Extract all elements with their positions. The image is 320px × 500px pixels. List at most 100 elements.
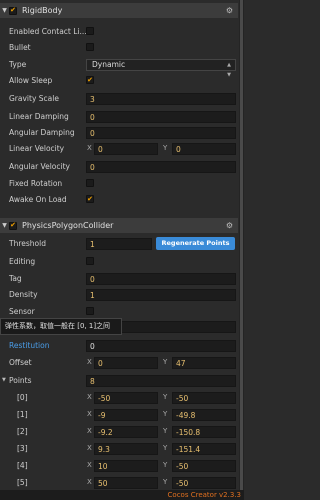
bullet-checkbox[interactable]: [86, 43, 94, 51]
x-axis-label: X: [87, 358, 92, 366]
row-bullet: Bullet: [0, 40, 238, 56]
point-x-input[interactable]: -50: [94, 392, 158, 404]
point-y-input[interactable]: -50: [172, 477, 236, 489]
rigidbody-enable-checkbox[interactable]: ✔: [9, 6, 17, 15]
tag-label: Tag: [9, 274, 22, 283]
point-row: [3] X 9.3 Y -151.4: [0, 441, 238, 457]
y-axis-label: Y: [163, 444, 168, 452]
row-linear-damping: Linear Damping 0: [0, 109, 238, 125]
angular-damping-input[interactable]: 0: [86, 127, 236, 139]
awake-on-load-label: Awake On Load: [9, 195, 67, 204]
x-axis-label: X: [87, 461, 92, 469]
row-type: Type Dynamic ▲ ▼: [0, 57, 238, 78]
collider-header[interactable]: ▼ ✔ PhysicsPolygonCollider ⚙: [0, 218, 238, 233]
sensor-checkbox[interactable]: [86, 307, 94, 315]
point-row: [1] X -9 Y -49.8: [0, 407, 238, 423]
collider-enable-checkbox[interactable]: ✔: [9, 221, 17, 230]
points-count-input[interactable]: 8: [86, 375, 236, 387]
x-axis-label: X: [87, 427, 92, 435]
sensor-label: Sensor: [9, 307, 35, 316]
allow-sleep-checkbox[interactable]: ✔: [86, 76, 94, 84]
row-points: ▼ Points 8: [0, 373, 238, 389]
y-axis-label: Y: [163, 144, 168, 152]
fixed-rotation-label: Fixed Rotation: [9, 179, 63, 188]
gravity-scale-input[interactable]: 3: [86, 93, 236, 105]
row-offset: Offset X 0 Y 47: [0, 355, 238, 371]
angular-velocity-input[interactable]: 0: [86, 161, 236, 173]
offset-label: Offset: [9, 358, 32, 367]
point-x-input[interactable]: -9.2: [94, 426, 158, 438]
row-angular-damping: Angular Damping 0: [0, 125, 238, 141]
enabled-contact-listener-checkbox[interactable]: [86, 27, 94, 35]
x-axis-label: X: [87, 410, 92, 418]
point-x-input[interactable]: 50: [94, 477, 158, 489]
point-x-input[interactable]: -9: [94, 409, 158, 421]
point-row: [5] X 50 Y -50: [0, 475, 238, 491]
enabled-contact-listener-label: Enabled Contact Li...: [9, 27, 87, 36]
y-axis-label: Y: [163, 461, 168, 469]
y-axis-label: Y: [163, 358, 168, 366]
gear-icon[interactable]: ⚙: [226, 221, 233, 230]
point-index-label: [2]: [17, 427, 28, 436]
point-index-label: [1]: [17, 410, 28, 419]
tag-input[interactable]: 0: [86, 273, 236, 285]
angular-damping-label: Angular Damping: [9, 128, 75, 137]
point-row: [0] X -50 Y -50: [0, 390, 238, 406]
y-axis-label: Y: [163, 410, 168, 418]
point-x-input[interactable]: 10: [94, 460, 158, 472]
awake-on-load-checkbox[interactable]: ✔: [86, 195, 94, 203]
linear-velocity-label: Linear Velocity: [9, 144, 65, 153]
density-input[interactable]: 1: [86, 289, 236, 301]
scrollbar-thumb[interactable]: [240, 0, 243, 490]
linear-damping-input[interactable]: 0: [86, 111, 236, 123]
row-tag: Tag 0: [0, 271, 238, 287]
fixed-rotation-checkbox[interactable]: [86, 179, 94, 187]
row-enabled-contact-listener: Enabled Contact Li...: [0, 24, 238, 40]
gear-icon[interactable]: ⚙: [226, 6, 233, 15]
scrollbar[interactable]: [239, 0, 244, 490]
x-axis-label: X: [87, 478, 92, 486]
point-y-input[interactable]: -151.4: [172, 443, 236, 455]
regenerate-points-button[interactable]: Regenerate Points: [156, 237, 235, 250]
linear-damping-label: Linear Damping: [9, 112, 69, 121]
row-gravity-scale: Gravity Scale 3: [0, 91, 238, 107]
angular-velocity-label: Angular Velocity: [9, 162, 70, 171]
x-axis-label: X: [87, 444, 92, 452]
row-linear-velocity: Linear Velocity X 0 Y 0: [0, 141, 238, 157]
point-index-label: [0]: [17, 393, 28, 402]
point-y-input[interactable]: -50: [172, 392, 236, 404]
y-axis-label: Y: [163, 393, 168, 401]
version-label: Cocos Creator v2.3.3: [167, 491, 241, 499]
expand-arrow-icon[interactable]: ▼: [2, 377, 6, 383]
restitution-input[interactable]: 0: [86, 340, 236, 352]
row-fixed-rotation: Fixed Rotation: [0, 176, 238, 192]
point-row: [2] X -9.2 Y -150.8: [0, 424, 238, 440]
gravity-scale-label: Gravity Scale: [9, 94, 59, 103]
offset-x-input[interactable]: 0: [94, 357, 158, 369]
offset-y-input[interactable]: 47: [172, 357, 236, 369]
editing-label: Editing: [9, 257, 36, 266]
collapse-arrow-icon[interactable]: ▼: [0, 222, 9, 229]
type-select[interactable]: Dynamic ▲ ▼: [86, 59, 236, 78]
linear-velocity-y-input[interactable]: 0: [172, 143, 236, 155]
threshold-input[interactable]: 1: [86, 238, 152, 250]
point-row: [4] X 10 Y -50: [0, 458, 238, 474]
row-restitution: Restitution 0: [0, 338, 238, 354]
restitution-label: Restitution: [9, 341, 50, 350]
row-threshold: Threshold 1 Regenerate Points: [0, 236, 238, 252]
editing-checkbox[interactable]: [86, 257, 94, 265]
restitution-tooltip: 弹性系数，取值一般在 [0, 1]之间: [0, 318, 122, 335]
point-y-input[interactable]: -49.8: [172, 409, 236, 421]
row-editing: Editing: [0, 254, 238, 270]
point-y-input[interactable]: -50: [172, 460, 236, 472]
point-y-input[interactable]: -150.8: [172, 426, 236, 438]
x-axis-label: X: [87, 393, 92, 401]
rigidbody-header[interactable]: ▼ ✔ RigidBody ⚙: [0, 3, 238, 18]
point-x-input[interactable]: 9.3: [94, 443, 158, 455]
threshold-label: Threshold: [9, 239, 46, 248]
point-index-label: [5]: [17, 478, 28, 487]
point-index-label: [4]: [17, 461, 28, 470]
linear-velocity-x-input[interactable]: 0: [94, 143, 158, 155]
collapse-arrow-icon[interactable]: ▼: [0, 7, 9, 14]
points-label: Points: [9, 376, 32, 385]
